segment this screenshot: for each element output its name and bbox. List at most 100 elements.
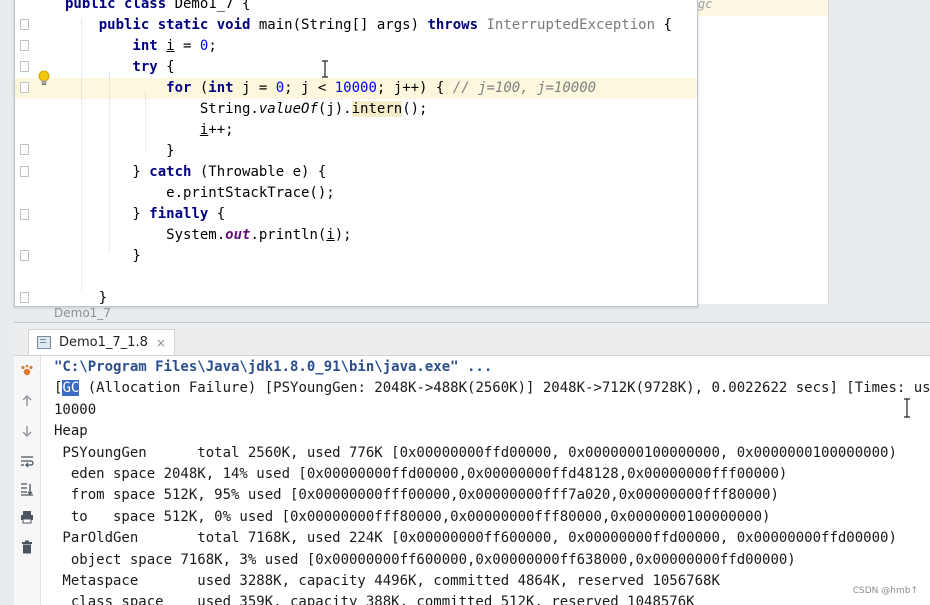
fold-marker-icon[interactable]: [20, 40, 29, 51]
code-line[interactable]: } catch (Throwable e) {: [15, 162, 697, 183]
code-token: main(String[] args): [258, 17, 428, 33]
code-line-text: } finally {: [65, 204, 225, 225]
pin-icon[interactable]: [20, 364, 34, 378]
console-line: 10000: [54, 400, 930, 421]
code-line-text: int i = 0;: [65, 36, 216, 57]
code-token: catch: [149, 164, 200, 180]
code-token: (Throwable e) {: [199, 164, 327, 180]
console-line: Heap: [54, 421, 930, 442]
console-text: (Allocation Failure) [PSYoungGen: 2048K-…: [87, 380, 930, 397]
code-token: 0: [275, 80, 285, 96]
code-line[interactable]: }: [15, 246, 697, 267]
fold-marker-icon[interactable]: [20, 144, 29, 155]
fold-marker-icon[interactable]: [20, 82, 29, 93]
console-line: from space 512K, 95% used [0x00000000fff…: [54, 485, 930, 506]
code-line[interactable]: }: [15, 288, 697, 306]
console-line: ParOldGen total 7168K, used 224K [0x0000…: [54, 528, 930, 549]
code-token: j =: [242, 80, 276, 96]
console-output[interactable]: "C:\Program Files\Java\jdk1.8.0_91\bin\j…: [54, 357, 930, 605]
code-token: }: [65, 164, 150, 180]
code-line[interactable]: public static void main(String[] args) t…: [15, 15, 697, 36]
trash-icon[interactable]: [20, 540, 34, 554]
fold-marker-icon[interactable]: [20, 209, 29, 220]
code-line[interactable]: [15, 267, 697, 288]
print-icon[interactable]: [20, 510, 34, 524]
down-arrow-icon[interactable]: [20, 424, 34, 438]
code-token: }: [65, 248, 141, 264]
code-token: ; j++) {: [376, 80, 453, 96]
code-line-text: e.printStackTrace();: [65, 183, 335, 204]
close-icon[interactable]: ×: [156, 336, 166, 350]
code-line[interactable]: }: [15, 141, 697, 162]
code-line[interactable]: System.out.println(i);: [15, 225, 697, 246]
lightbulb-icon[interactable]: [38, 70, 50, 86]
code-line-text: }: [65, 288, 108, 306]
code-line[interactable]: int i = 0;: [15, 36, 697, 57]
code-token: ++;: [208, 122, 234, 138]
indent-guide: [109, 72, 110, 252]
editor-breadcrumb[interactable]: Demo1_7: [54, 306, 111, 320]
code-line[interactable]: for (int j = 0; j < 10000; j++) { // j=1…: [15, 78, 697, 99]
code-token: throws: [427, 17, 487, 33]
code-token: ();: [402, 101, 428, 117]
run-tool-window: Demo1_7_1.8 × "C:\Program Files\Java\jdk…: [14, 322, 930, 605]
console-text: 10000: [54, 401, 97, 418]
code-token: Demo1_7 {: [174, 0, 251, 12]
code-line-text: String.valueOf(j).intern();: [65, 99, 427, 120]
code-line[interactable]: i++;: [15, 120, 697, 141]
code-token: out: [225, 227, 251, 243]
console-text: ParOldGen total 7168K, used 224K [0x0000…: [54, 530, 897, 547]
code-line-text: }: [65, 246, 141, 267]
console-icon: [37, 336, 51, 349]
code-token: InterruptedException: [486, 17, 656, 33]
fold-marker-icon[interactable]: [20, 250, 29, 261]
code-token: }: [65, 290, 108, 306]
run-tab-bar: Demo1_7_1.8 ×: [14, 323, 930, 356]
fold-marker-icon[interactable]: [20, 166, 29, 177]
selected-text: GC: [62, 380, 80, 397]
code-token: 10000: [334, 80, 377, 96]
fold-marker-icon[interactable]: [20, 292, 29, 303]
code-token: String.: [65, 101, 259, 117]
console-text: eden space 2048K, 14% used [0x00000000ff…: [54, 465, 788, 482]
code-line[interactable]: public class Demo1_7 {: [15, 0, 697, 15]
tab-run-config[interactable]: Demo1_7_1.8 ×: [28, 329, 175, 355]
code-token: =: [174, 38, 200, 54]
console-text: object space 7168K, 3% used [0x00000000f…: [54, 551, 796, 568]
console-line: object space 7168K, 3% used [0x00000000f…: [54, 550, 930, 571]
console-line: to space 512K, 0% used [0x00000000fff800…: [54, 507, 930, 528]
code-editor[interactable]: public class Demo1_7 { public static voi…: [14, 0, 698, 307]
indent-guide: [145, 92, 146, 152]
code-token: intern: [351, 101, 403, 117]
code-line[interactable]: try {: [15, 57, 697, 78]
code-line-text: public class Demo1_7 {: [65, 0, 250, 15]
text-cursor-icon: [322, 60, 328, 78]
code-token: i: [326, 227, 335, 243]
scroll-to-end-icon[interactable]: [20, 482, 34, 496]
fold-marker-icon[interactable]: [20, 19, 29, 30]
code-line[interactable]: String.valueOf(j).intern();: [15, 99, 697, 120]
code-line[interactable]: } finally {: [15, 204, 697, 225]
code-token: ; j <: [284, 80, 335, 96]
console-text: Heap: [54, 423, 88, 440]
fold-marker-icon[interactable]: [20, 61, 29, 72]
code-line-text: i++;: [65, 120, 234, 141]
code-token: }: [65, 206, 150, 222]
up-arrow-icon[interactable]: [20, 394, 34, 408]
code-token: e.printStackTrace();: [65, 185, 335, 201]
mouse-ibeam-cursor-icon: [904, 398, 910, 418]
run-side-toolbar: [14, 356, 41, 605]
code-token: {: [166, 59, 175, 75]
console-line: [GC (Allocation Failure) [PSYoungGen: 20…: [54, 378, 930, 399]
right-panel-highlight-strip: [696, 0, 828, 16]
soft-wrap-icon[interactable]: [20, 454, 34, 468]
code-token: finally: [149, 206, 217, 222]
code-token: {: [655, 17, 672, 33]
right-panel-hint: gc: [698, 0, 713, 11]
code-token: // j=100, j=10000: [452, 80, 597, 96]
code-token: for: [65, 80, 200, 96]
code-line[interactable]: e.printStackTrace();: [15, 183, 697, 204]
console-line: PSYoungGen total 2560K, used 776K [0x000…: [54, 443, 930, 464]
console-line: Metaspace used 3288K, capacity 4496K, co…: [54, 571, 930, 592]
